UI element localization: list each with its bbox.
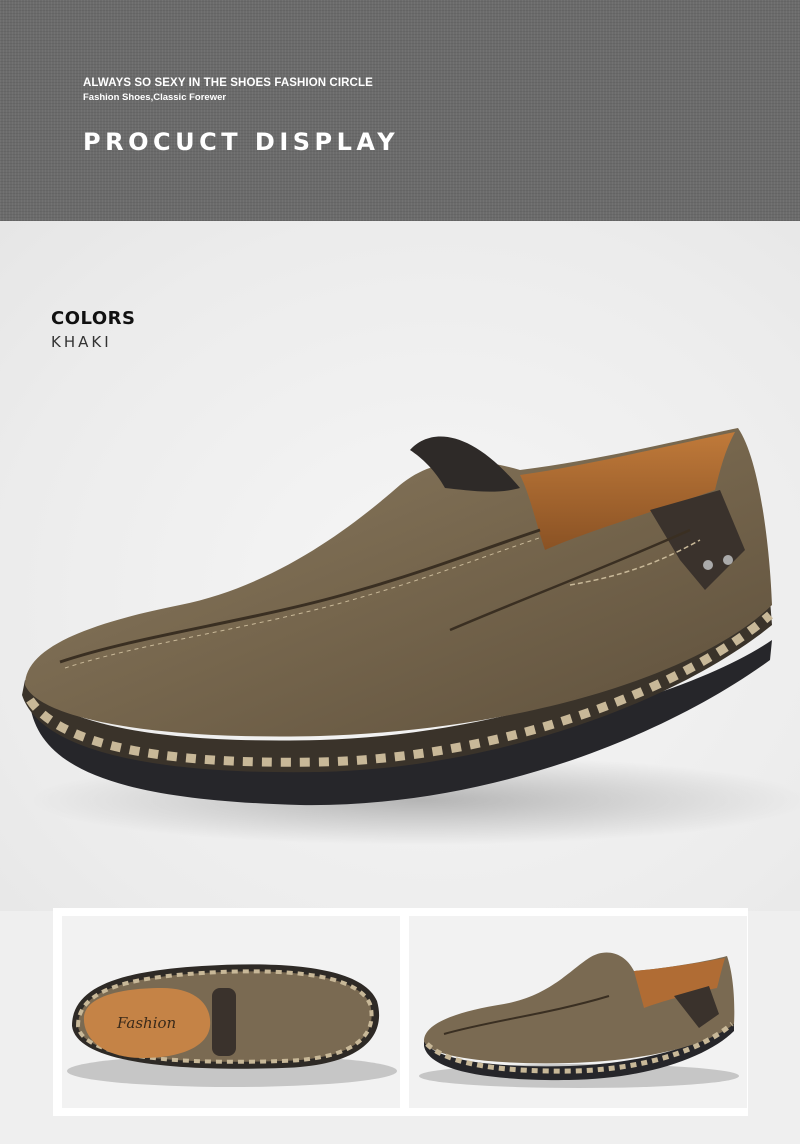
thumbnail-top-view[interactable]: Fashion: [62, 916, 400, 1108]
banner-title: PROCUCT DISPLAY: [83, 128, 400, 156]
hero-shoe-image: [0, 400, 800, 870]
insole-brand-text: Fashion: [116, 1014, 176, 1032]
thumbnail-side-view[interactable]: [409, 916, 747, 1108]
banner-subtagline: Fashion Shoes,Classic Forewer: [83, 92, 227, 103]
banner-tagline: ALWAYS SO SEXY IN THE SHOES FASHION CIRC…: [83, 77, 373, 89]
color-value: KHAKI: [51, 333, 112, 351]
colors-heading: COLORS: [51, 308, 136, 329]
header-banner: ALWAYS SO SEXY IN THE SHOES FASHION CIRC…: [0, 0, 800, 221]
